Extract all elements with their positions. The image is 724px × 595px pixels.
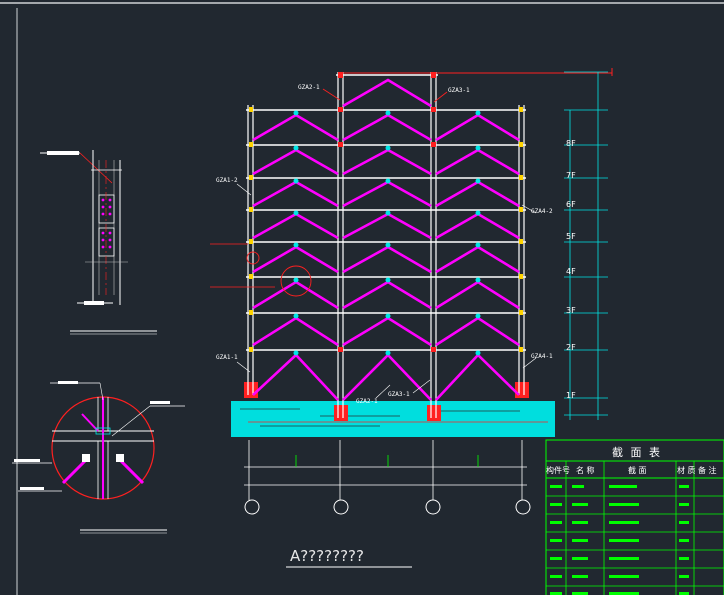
frame-elevation: GZA2-1 GZA3-1 GZA1-2 GZA4-2 GZA1-1 GZA4-… <box>210 68 613 437</box>
level-1f: 1F <box>566 391 576 400</box>
cad-drawing-canvas: GZA2-1 GZA3-1 GZA1-2 GZA4-2 GZA1-1 GZA4-… <box>0 2 724 595</box>
level-7f: 7F <box>566 171 576 180</box>
axis-grid <box>244 440 531 515</box>
brace-node-detail <box>12 381 185 534</box>
table-header-member-no: 构件号 <box>546 465 570 475</box>
member-label-left-lower: GZA1-1 <box>216 354 238 361</box>
section-table-title: 截 面 表 <box>612 445 662 459</box>
level-5f: 5F <box>566 232 576 241</box>
table-header-section: 截 面 <box>628 465 647 475</box>
member-label-base-mid-right: GZA3-1 <box>388 391 410 398</box>
level-4f: 4F <box>566 267 576 276</box>
base-plate-a <box>244 382 258 398</box>
level-2f: 2F <box>566 343 576 352</box>
level-3f: 3F <box>566 306 576 315</box>
foundation-slab <box>231 401 555 437</box>
table-header-material: 材 质 <box>677 465 696 475</box>
axis-bubble-1 <box>244 499 260 515</box>
member-label-right-lower: GZA4-1 <box>531 353 553 360</box>
member-label-top-left: GZA2-1 <box>298 84 320 91</box>
drawing-caption: A???????? <box>290 547 364 565</box>
level-marks: 8F 7F 6F 5F 4F 3F 2F 1F <box>564 71 608 420</box>
axis-bubble-2 <box>333 499 349 515</box>
table-header-remark: 备 注 <box>698 465 717 475</box>
column-splice-detail <box>40 150 157 335</box>
table-header-name: 名 称 <box>576 465 595 475</box>
section-table: 截 面 表 构件号 名 称 截 面 材 质 备 注 <box>545 439 724 595</box>
member-label-left-upper: GZA1-2 <box>216 177 238 184</box>
base-plate-b <box>334 405 348 421</box>
level-6f: 6F <box>566 200 576 209</box>
axis-bubble-3 <box>425 499 441 515</box>
base-plate-d <box>515 382 529 398</box>
member-label-base-mid-left: GZA2-1 <box>356 398 378 405</box>
level-8f: 8F <box>566 139 576 148</box>
base-plate-c <box>427 405 441 421</box>
axis-bubble-4 <box>515 499 531 515</box>
member-label-top-right: GZA3-1 <box>448 87 470 94</box>
member-label-right-upper: GZA4-2 <box>531 208 553 215</box>
